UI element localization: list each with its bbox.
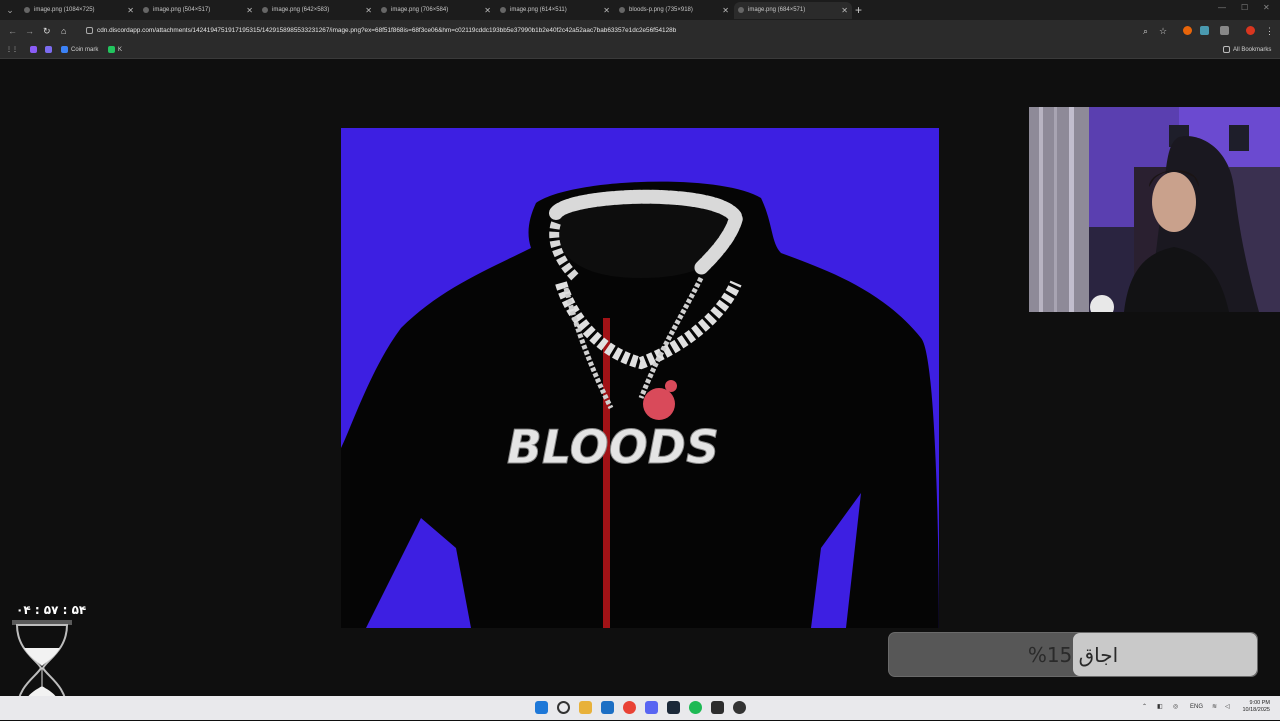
bookmarks-bar: ⋮⋮ Coin mark K All Bookmarks <box>0 42 1280 59</box>
globe-icon <box>262 7 268 13</box>
tab-title: image.png (1084×725) <box>34 7 95 13</box>
tray-app-icon[interactable]: ◧ <box>1157 702 1163 712</box>
bookmark-icon <box>45 45 52 53</box>
tab-search-chevron-icon[interactable]: ⌄ <box>4 4 16 16</box>
bookmark-2[interactable] <box>45 44 55 56</box>
address-bar: ← → ↻ ⌂ cdn.discordapp.com/attachments/1… <box>0 20 1280 42</box>
countdown-timer: ۰۴ : ۵۷ : ۵۴ <box>16 603 87 617</box>
site-info-icon[interactable] <box>86 26 93 34</box>
tab-5[interactable]: image.png (614×511) ✕ <box>496 2 614 19</box>
forward-arrow-icon[interactable]: → <box>25 25 34 37</box>
taskbar: ⌃ ◧ ◎ ENG ≋ ◁ 9:00 PM 10/18/2025 <box>0 696 1280 720</box>
globe-icon <box>143 7 149 13</box>
volume-icon[interactable]: ◁ <box>1225 702 1230 712</box>
clock-date: 10/18/2025 <box>1242 707 1270 713</box>
bloods-pendant-text: BLOODS <box>507 420 719 474</box>
profile-avatar[interactable] <box>1246 26 1255 35</box>
globe-icon <box>619 7 625 13</box>
extensions-puzzle-icon[interactable] <box>1220 26 1229 35</box>
home-icon[interactable]: ⌂ <box>61 25 66 37</box>
tab-strip: ⌄ image.png (1084×725) ✕ image.png (504×5… <box>0 0 1280 20</box>
url-field[interactable]: cdn.discordapp.com/attachments/142419475… <box>86 24 1126 38</box>
extension-icon[interactable] <box>1183 26 1192 35</box>
close-icon[interactable]: ✕ <box>246 2 253 19</box>
file-explorer-icon[interactable] <box>579 701 592 714</box>
tab-3[interactable]: image.png (642×583) ✕ <box>258 2 376 19</box>
minimize-icon[interactable]: — <box>1218 3 1226 12</box>
close-icon[interactable]: ✕ <box>127 2 134 19</box>
bookmark-icon <box>108 45 115 53</box>
close-icon[interactable]: ✕ <box>365 2 372 19</box>
spotify-icon[interactable] <box>689 701 702 714</box>
tab-title: image.png (614×511) <box>510 7 567 13</box>
bookmark-k[interactable]: K <box>108 44 122 56</box>
discord-icon[interactable] <box>645 701 658 714</box>
system-clock[interactable]: 9:00 PM 10/18/2025 <box>1242 700 1270 714</box>
tab-title: bloods-p.png (735×918) <box>629 7 693 13</box>
new-tab-plus-icon[interactable]: + <box>855 3 862 17</box>
apps-grid-icon[interactable]: ⋮⋮ <box>6 44 18 56</box>
maximize-icon[interactable]: ☐ <box>1241 3 1248 12</box>
chevron-up-icon[interactable]: ⌃ <box>1142 702 1147 712</box>
displayed-image[interactable]: BLOODS <box>341 128 939 628</box>
url-text: cdn.discordapp.com/attachments/142419475… <box>97 27 677 34</box>
tab-title: image.png (706×584) <box>391 7 449 13</box>
tab-title: image.png (684×571) <box>748 7 806 13</box>
close-icon[interactable]: ✕ <box>603 2 610 19</box>
all-bookmarks[interactable]: All Bookmarks <box>1223 44 1271 56</box>
close-window-icon[interactable]: ✕ <box>1263 3 1270 12</box>
clock-time: 9:00 PM <box>1249 700 1270 706</box>
folder-icon <box>1223 45 1230 53</box>
hoodie-chain-render: BLOODS <box>341 128 939 628</box>
back-arrow-icon[interactable]: ← <box>8 25 17 37</box>
streamer-webcam-feed <box>1029 107 1280 312</box>
steam-icon[interactable] <box>667 701 680 714</box>
tab-1[interactable]: image.png (1084×725) ✕ <box>20 2 138 19</box>
tab-title: image.png (504×517) <box>153 7 211 13</box>
tab-7-active[interactable]: image.png (684×571) ✕ <box>734 2 852 19</box>
extension-icon[interactable] <box>1200 26 1209 35</box>
close-icon[interactable]: ✕ <box>841 2 848 19</box>
progress-bar: اجاق 15% <box>888 632 1258 677</box>
tab-4[interactable]: image.png (706×584) ✕ <box>377 2 495 19</box>
star-bookmark-icon[interactable]: ☆ <box>1159 25 1167 37</box>
progress-label: اجاق 15% <box>1027 643 1119 667</box>
search-icon[interactable] <box>557 701 570 714</box>
chrome-icon[interactable] <box>623 701 636 714</box>
close-icon[interactable]: ✕ <box>722 2 729 19</box>
bookmark-icon <box>30 45 37 53</box>
tab-6[interactable]: bloods-p.png (735×918) ✕ <box>615 2 733 19</box>
wifi-icon[interactable]: ≋ <box>1212 702 1217 712</box>
bookmark-icon <box>61 45 68 53</box>
tray-app-icon[interactable]: ◎ <box>1173 702 1178 712</box>
obs-icon[interactable] <box>733 701 746 714</box>
vscode-icon[interactable] <box>601 701 614 714</box>
globe-icon <box>381 7 387 13</box>
zoom-icon[interactable]: ⌕ <box>1143 25 1148 37</box>
bookmark-1[interactable] <box>30 44 40 56</box>
tab-2[interactable]: image.png (504×517) ✕ <box>139 2 257 19</box>
language-indicator[interactable]: ENG <box>1190 702 1203 712</box>
menu-kebab-icon[interactable]: ⋮ <box>1265 25 1274 37</box>
terminal-icon[interactable] <box>711 701 724 714</box>
reload-icon[interactable]: ↻ <box>43 25 51 37</box>
windows-start-icon[interactable] <box>535 701 548 714</box>
webcam-overlay <box>1029 107 1280 312</box>
bookmark-coin-mark[interactable]: Coin mark <box>61 44 98 56</box>
globe-icon <box>24 7 30 13</box>
tab-title: image.png (642×583) <box>272 7 330 13</box>
globe-icon <box>738 7 744 13</box>
globe-icon <box>500 7 506 13</box>
close-icon[interactable]: ✕ <box>484 2 491 19</box>
